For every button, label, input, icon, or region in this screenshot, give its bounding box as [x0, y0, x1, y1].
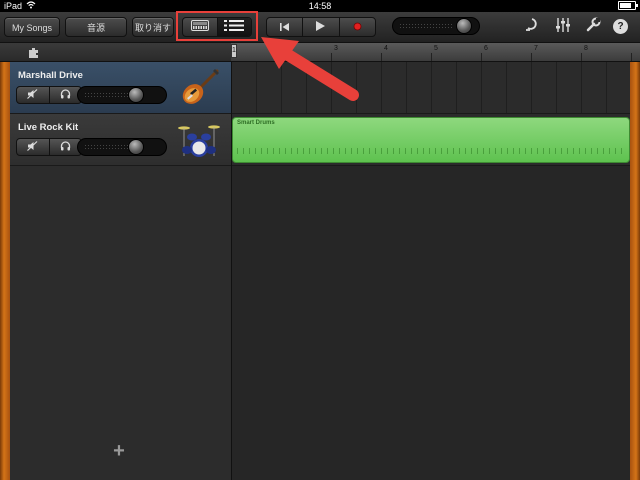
playhead[interactable]: 1 [231, 44, 237, 58]
record-button[interactable] [340, 18, 375, 36]
tracks-area[interactable]: Smart Drums [232, 62, 630, 480]
status-bar: iPad 14:58 [0, 0, 640, 12]
ruler-header [0, 43, 231, 62]
annotation-arrow-icon [261, 37, 359, 101]
my-songs-button[interactable]: My Songs [4, 17, 60, 37]
mute-button[interactable] [17, 87, 50, 103]
track-volume-slider[interactable] [77, 86, 167, 104]
track-headers: Marshall Drive Live Rock Kit + [10, 62, 232, 480]
track-name: Marshall Drive [18, 70, 83, 81]
track-header-live-rock-kit[interactable]: Live Rock Kit [10, 114, 231, 166]
track-header-marshall-drive[interactable]: Marshall Drive [10, 62, 231, 114]
track-volume-knob[interactable] [128, 139, 144, 155]
wood-side-panel [630, 62, 640, 480]
electric-guitar-icon[interactable] [178, 68, 220, 108]
drum-kit-icon[interactable] [178, 120, 220, 160]
master-volume-slider[interactable] [392, 17, 480, 35]
track-volume-knob[interactable] [128, 87, 144, 103]
battery-icon [618, 1, 638, 10]
loop-icon[interactable] [522, 17, 542, 37]
undo-button[interactable]: 取り消す [132, 17, 174, 37]
mixer-settings-icon[interactable] [553, 17, 573, 37]
clock: 14:58 [308, 1, 332, 11]
transport-controls [266, 17, 376, 37]
mute-icon [27, 88, 38, 102]
bar-number: 4 [384, 45, 388, 52]
instruments-button[interactable]: 音源 [65, 17, 127, 37]
track-controls [16, 138, 82, 156]
bar-number: 8 [584, 45, 588, 52]
annotation-highlight-box [176, 11, 258, 41]
bar-number: 5 [434, 45, 438, 52]
region-label: Smart Drums [237, 120, 275, 126]
help-icon[interactable]: ? [613, 19, 628, 34]
track-controls [16, 86, 82, 104]
mute-icon [27, 140, 38, 154]
drum-hits-pattern [237, 148, 625, 154]
record-icon [353, 18, 362, 36]
go-to-start-icon [280, 18, 290, 36]
headphones-icon [60, 140, 71, 154]
headphones-icon [60, 88, 71, 102]
mute-button[interactable] [17, 139, 50, 155]
play-button[interactable] [303, 18, 340, 36]
wood-side-panel [0, 62, 10, 480]
track-volume-slider[interactable] [77, 138, 167, 156]
add-track-button[interactable]: + [110, 441, 128, 461]
play-icon [316, 18, 326, 36]
master-volume-knob[interactable] [456, 18, 472, 34]
song-settings-icon[interactable] [583, 17, 603, 37]
bar-number: 6 [484, 45, 488, 52]
region-smart-drums[interactable]: Smart Drums [232, 117, 630, 163]
track-name: Live Rock Kit [18, 122, 79, 133]
go-to-start-button[interactable] [267, 18, 304, 36]
bar-number: 7 [534, 45, 538, 52]
